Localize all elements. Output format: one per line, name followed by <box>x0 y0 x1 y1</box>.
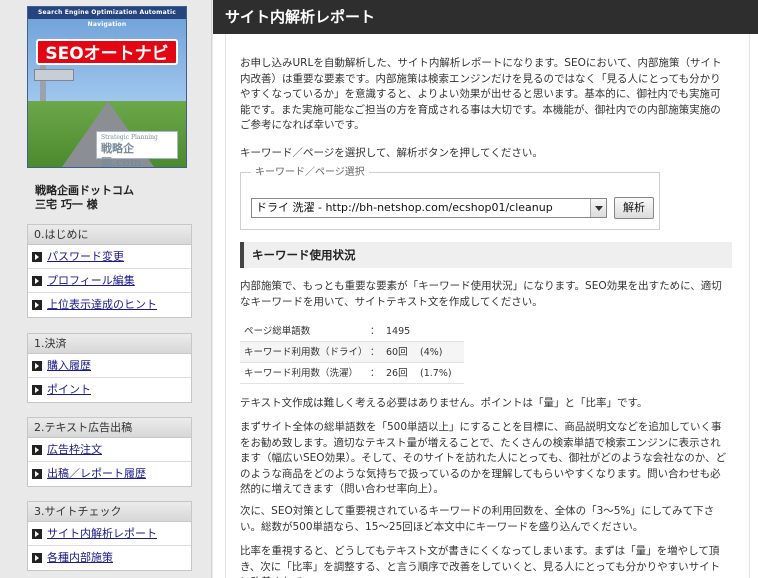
nav-link[interactable]: パスワード変更 <box>47 245 124 269</box>
nav-link[interactable]: 購入履歴 <box>47 354 91 378</box>
arrow-bullet-icon <box>32 251 42 262</box>
nav-item-password-change[interactable]: パスワード変更 <box>28 245 191 269</box>
nav-link[interactable]: 上位表示達成のヒント <box>47 293 157 317</box>
section-heading: キーワード使用状況 <box>240 242 732 268</box>
signboard-icon <box>34 69 74 81</box>
stat-percent: (1.7%) <box>420 368 452 379</box>
nav-item-points[interactable]: ポイント <box>28 378 191 402</box>
nav-link[interactable]: サイト内解析レポート <box>47 522 157 546</box>
nav-item-ad-order[interactable]: 広告枠注文 <box>28 438 191 462</box>
keyword-stats-table: ページ総単語数 ： 1495 キーワード利用数（ドライ） ： 60回 (4%) … <box>240 321 464 384</box>
logo-plate-main: 戦略企画.com <box>101 142 142 168</box>
nav-link[interactable]: 出稿／レポート履歴 <box>47 462 146 486</box>
section-intro-text: 内部施策で、もっとも重要な要素が「キーワード使用状況」になります。SEO効果を出… <box>240 280 722 308</box>
nav-link[interactable]: ポイント <box>47 378 91 402</box>
logo-plate: Strategic Planning 戦略企画.com <box>96 131 178 167</box>
stat-colon: ： <box>370 347 380 358</box>
logo-tagline: Search Engine Optimization Automatic Nav… <box>28 7 186 28</box>
stat-label: キーワード利用数（ドライ） <box>244 347 368 358</box>
paragraph-points: テキスト文作成は難しく考える必要はありません。ポイントは「量」と「比率」です。 <box>240 397 648 409</box>
arrow-bullet-icon <box>32 385 42 395</box>
sidebar: Search Engine Optimization Automatic Nav… <box>0 0 212 578</box>
stats-row: ページ総単語数 ： 1495 <box>240 321 464 342</box>
nav-item-ranking-hints[interactable]: 上位表示達成のヒント <box>28 293 191 317</box>
user-company: 戦略企画ドットコム <box>35 184 134 197</box>
nav-section-site-check: 3.サイトチェック サイト内解析レポート 各種内部施策 <box>27 501 192 571</box>
nav-section-heading: 3.サイトチェック <box>28 502 191 522</box>
keyword-page-select[interactable]: ドライ 洗濯 - http://bh-netshop.com/ecshop01/… <box>251 198 607 218</box>
arrow-bullet-icon <box>32 553 42 563</box>
selector-legend: キーワード／ページ選択 <box>251 166 369 180</box>
stat-label: キーワード利用数（洗濯） <box>244 368 359 379</box>
stats-row: キーワード利用数（ドライ） ： 60回 (4%) <box>240 342 464 363</box>
stat-value: 26回 <box>386 368 408 379</box>
seo-auto-navi-logo[interactable]: Search Engine Optimization Automatic Nav… <box>27 6 187 168</box>
nav-section-intro: 0.はじめに パスワード変更 プロフィール編集 上位表示達成のヒント <box>27 224 192 318</box>
nav-section-text-ads: 2.テキスト広告出稿 広告枠注文 出稿／レポート履歴 <box>27 417 192 487</box>
logo-plate-small: Strategic Planning <box>101 134 158 141</box>
stat-label: ページ総単語数 <box>244 326 311 337</box>
content-panel: お申し込みURLを自動解析した、サイト内解析レポートになります。SEOにおいて、… <box>225 34 750 578</box>
analyze-button[interactable]: 解析 <box>614 197 654 219</box>
arrow-bullet-icon <box>32 444 42 455</box>
nav-link[interactable]: 各種内部施策 <box>47 546 113 570</box>
main-area: サイト内解析レポート お申し込みURLを自動解析した、サイト内解析レポートになり… <box>213 0 758 578</box>
arrow-bullet-icon <box>32 360 42 371</box>
user-info: 戦略企画ドットコム 三宅 巧一 様 <box>35 184 205 212</box>
nav-item-internal-measures[interactable]: 各種内部施策 <box>28 546 191 570</box>
stat-colon: ： <box>370 368 380 379</box>
instruction-text: キーワード／ページを選択して、解析ボタンを押してください。 <box>240 147 543 159</box>
nav-link[interactable]: プロフィール編集 <box>47 269 135 293</box>
stat-colon: ： <box>370 326 380 337</box>
nav-item-site-report[interactable]: サイト内解析レポート <box>28 522 191 546</box>
arrow-bullet-icon <box>32 275 42 286</box>
nav-item-purchase-history[interactable]: 購入履歴 <box>28 354 191 378</box>
nav-item-profile-edit[interactable]: プロフィール編集 <box>28 269 191 293</box>
arrow-bullet-icon <box>32 469 42 479</box>
paragraph-volume: まずサイト全体の総単語数を「500単語以上」にすることを目標に、商品説明文などを… <box>240 421 727 495</box>
nav-section-payment: 1.決済 購入履歴 ポイント <box>27 333 192 403</box>
paragraph-order: 比率を重視すると、どうしてもテキスト文が書きにくくなってしまいます。まずは「量」… <box>240 545 721 578</box>
intro-text: お申し込みURLを自動解析した、サイト内解析レポートになります。SEOにおいて、… <box>240 57 722 131</box>
arrow-bullet-icon <box>32 528 42 539</box>
logo-brand: SEOオートナビ <box>36 39 178 65</box>
nav-link[interactable]: 広告枠注文 <box>47 438 102 462</box>
nav-section-heading: 1.決済 <box>28 334 191 354</box>
stats-row: キーワード利用数（洗濯） ： 26回 (1.7%) <box>240 363 464 384</box>
keyword-page-selector: キーワード／ページ選択 ドライ 洗濯 - http://bh-netshop.c… <box>240 166 660 230</box>
chevron-down-icon[interactable] <box>590 199 606 217</box>
stat-value: 60回 <box>386 347 408 358</box>
arrow-bullet-icon <box>32 300 42 310</box>
stat-value: 1495 <box>386 326 411 337</box>
nav-section-heading: 0.はじめに <box>28 225 191 245</box>
stat-percent: (4%) <box>420 347 443 358</box>
user-name: 三宅 巧一 様 <box>35 198 98 211</box>
page-title: サイト内解析レポート <box>213 0 758 34</box>
selected-value: ドライ 洗濯 - http://bh-netshop.com/ecshop01/… <box>256 201 553 214</box>
nav-section-heading: 2.テキスト広告出稿 <box>28 418 191 438</box>
nav-item-report-history[interactable]: 出稿／レポート履歴 <box>28 462 191 486</box>
paragraph-ratio: 次に、SEO対策として重要視されているキーワードの利用回数を、全体の「3〜5%」… <box>240 505 715 533</box>
